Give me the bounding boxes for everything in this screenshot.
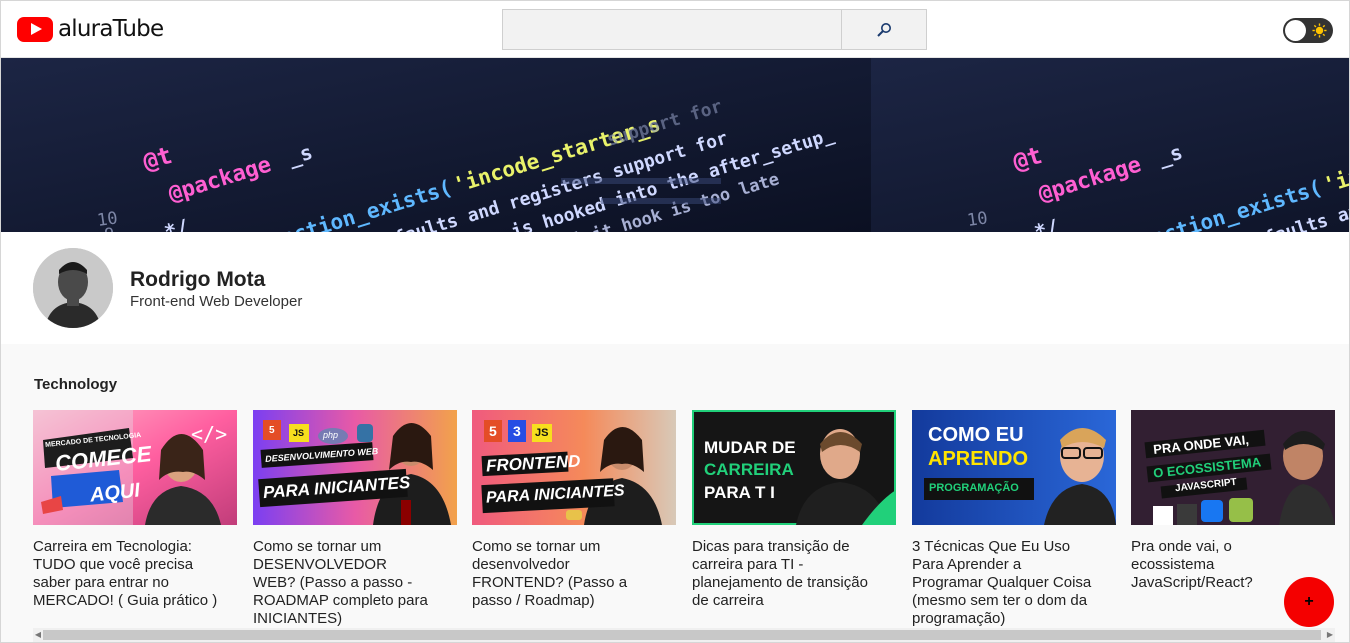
toggle-knob (1285, 20, 1306, 41)
video-thumbnail[interactable]: COMO EU APRENDO PROGRAMAÇÃO (912, 410, 1116, 525)
play-logo-icon (17, 16, 53, 42)
channel-profile: Rodrigo Mota Front-end Web Developer (1, 232, 1349, 344)
search-icon (877, 22, 892, 37)
video-card[interactable]: COMO EU APRENDO PROGRAMAÇÃO 3 Técnicas Q… (912, 410, 1116, 628)
section-title: Technology (34, 376, 118, 393)
video-thumbnail[interactable]: 5 3 JS FRONTEND PARA INICIANTES (472, 410, 676, 525)
video-title[interactable]: Dicas para transição de carreira para TI… (692, 538, 872, 610)
video-title[interactable]: Como se tornar um DESENVOLVEDOR WEB? (Pa… (253, 538, 433, 628)
profile-role: Front-end Web Developer (130, 293, 303, 310)
video-thumbnail[interactable]: MUDAR DE CARREIRA PARA T I (692, 410, 896, 525)
profile-name: Rodrigo Mota (130, 268, 266, 291)
thumb-text-1: MUDAR DE (704, 438, 796, 457)
scroll-right-icon[interactable]: ▶ (1325, 628, 1335, 642)
search-button[interactable] (841, 10, 926, 49)
banner-code-image: @t @package_s */ if ( ! function_exists(… (1, 58, 871, 232)
add-video-button[interactable]: + (1284, 577, 1334, 627)
search-bar (502, 9, 927, 50)
logo[interactable]: aluraTube (17, 16, 164, 42)
top-bar: aluraTube (1, 1, 1349, 58)
js-badge: JS (293, 428, 305, 438)
html5-badge: 5 (269, 425, 275, 436)
thumb-text-2: APRENDO (928, 448, 1029, 470)
js-badge: JS (535, 427, 549, 439)
scroll-left-icon[interactable]: ◀ (33, 628, 43, 642)
sun-icon (1312, 23, 1327, 38)
horizontal-scrollbar[interactable]: ◀ ▶ (33, 628, 1335, 642)
video-card[interactable]: PRA ONDE VAI, O ECOSSISTEMA JAVASCRIPT P… (1131, 410, 1335, 592)
theme-toggle[interactable] (1283, 18, 1333, 43)
svg-text:10: 10 (966, 208, 989, 231)
thumb-text-2: CARREIRA (704, 460, 794, 479)
video-thumbnail[interactable]: 5 JS php DESENVOLVIMENTO WEB PARA INICIA… (253, 410, 457, 525)
video-title[interactable]: Pra onde vai, o ecossistema JavaScript/R… (1131, 538, 1311, 592)
channel-banner: @t @package_s */ if ( ! function_exists(… (1, 58, 1349, 232)
video-list: MERCADO DE TECNOLOGIA COMECE AQUI </> Ca… (33, 410, 1335, 632)
logo-text: aluraTube (58, 16, 164, 42)
svg-text:10: 10 (96, 208, 119, 231)
thumb-text-1: COMO EU (928, 424, 1024, 446)
avatar[interactable] (33, 248, 113, 328)
app-frame: aluraTube @t @package _s */ function_exi… (0, 0, 1350, 643)
search-input[interactable] (503, 10, 842, 49)
thumb-text-3: PROGRAMAÇÃO (929, 482, 1019, 494)
scrollbar-thumb[interactable] (43, 630, 1321, 640)
video-card[interactable]: 5 3 JS FRONTEND PARA INICIANTES Como se … (472, 410, 676, 610)
video-card[interactable]: 5 JS php DESENVOLVIMENTO WEB PARA INICIA… (253, 410, 457, 628)
html5-badge: 5 (489, 423, 497, 439)
video-card[interactable]: MUDAR DE CARREIRA PARA T I Dicas para tr… (692, 410, 896, 610)
video-thumbnail[interactable]: PRA ONDE VAI, O ECOSSISTEMA JAVASCRIPT (1131, 410, 1335, 525)
video-card[interactable]: MERCADO DE TECNOLOGIA COMECE AQUI </> Ca… (33, 410, 237, 610)
thumb-text-3: PARA T I (704, 483, 775, 502)
video-title[interactable]: 3 Técnicas Que Eu Uso Para Aprender a Pr… (912, 538, 1092, 628)
video-title[interactable]: Como se tornar um desenvolvedor FRONTEND… (472, 538, 652, 610)
php-badge: php (323, 430, 339, 440)
banner-code-image-repeat: @t @package_s */ if ( ! function_exists(… (871, 58, 1349, 232)
plus-icon: + (1304, 593, 1314, 610)
avatar-image (33, 248, 113, 328)
video-title[interactable]: Carreira em Tecnologia: TUDO que você pr… (33, 538, 233, 610)
thumbnail-image (253, 410, 457, 525)
video-thumbnail[interactable]: MERCADO DE TECNOLOGIA COMECE AQUI </> (33, 410, 237, 525)
css3-badge: 3 (513, 423, 521, 439)
code-icon: </> (191, 422, 228, 446)
